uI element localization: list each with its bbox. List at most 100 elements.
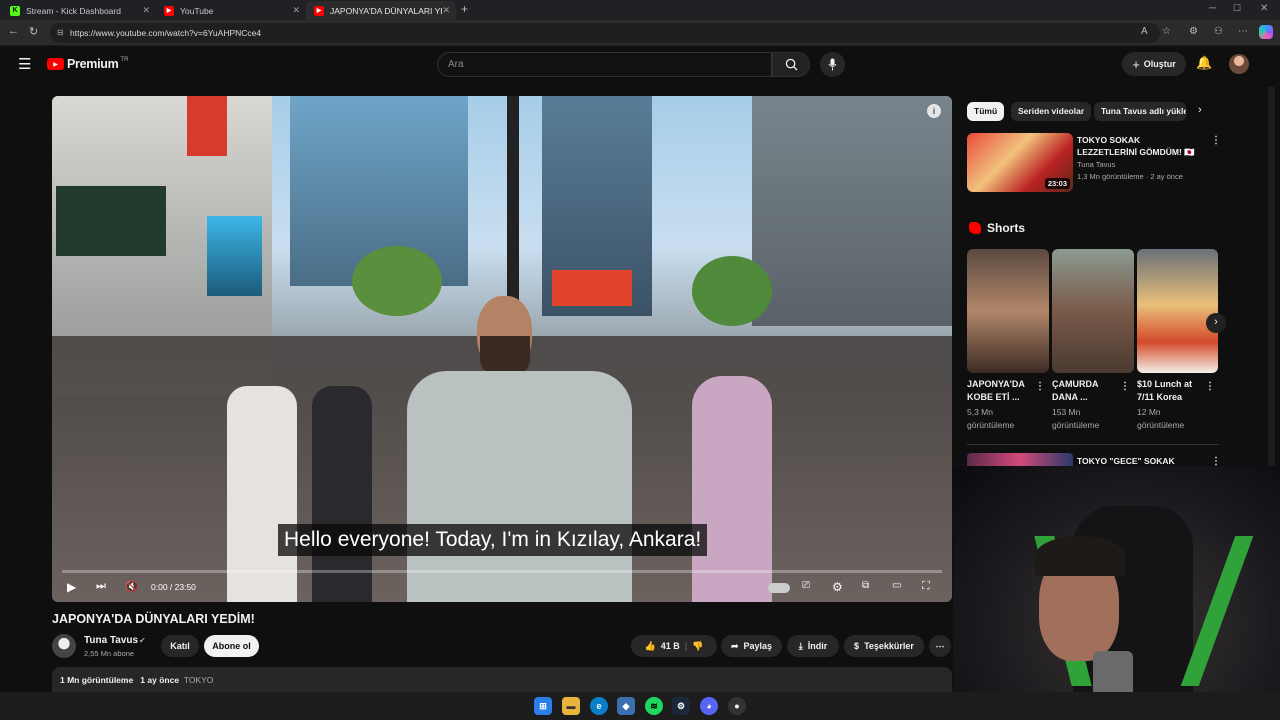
billboard bbox=[207, 216, 262, 296]
chip-series[interactable]: Seriden videolar bbox=[1011, 102, 1092, 121]
info-icon[interactable]: i bbox=[927, 104, 941, 118]
menu-icon[interactable]: ☰ bbox=[18, 55, 31, 73]
new-tab-icon[interactable]: + bbox=[461, 2, 468, 16]
search-button[interactable] bbox=[772, 52, 810, 77]
short-title-1[interactable]: JAPONYA'DA KOBE ETİ ... bbox=[967, 378, 1031, 404]
play-icon[interactable]: ▶ bbox=[67, 580, 76, 594]
reload-icon[interactable]: ↻ bbox=[29, 25, 38, 38]
close-tab-icon[interactable]: ✕ bbox=[442, 5, 450, 16]
file-explorer-icon[interactable]: ▬ bbox=[562, 697, 580, 715]
masthead: ☰ ▶ Premium TR Ara + Oluştur 🔔 bbox=[0, 47, 1280, 83]
tab-kick-dashboard[interactable]: K Stream - Kick Dashboard ✕ bbox=[2, 1, 156, 20]
theater-mode-icon[interactable]: ▭ bbox=[892, 580, 901, 591]
copilot-icon[interactable] bbox=[1259, 25, 1273, 39]
youtube-premium-logo[interactable]: ▶ Premium TR bbox=[47, 57, 128, 71]
settings-gear-icon[interactable]: ⚙ bbox=[832, 580, 843, 594]
share-icon: ➦ bbox=[730, 640, 739, 651]
video-player[interactable]: i Hello everyone! Today, I'm in Kızılay,… bbox=[52, 96, 952, 602]
region-code: TR bbox=[120, 56, 129, 63]
more-options-icon[interactable]: ⋮ bbox=[1205, 381, 1215, 392]
short-title-3[interactable]: $10 Lunch at 7/11 Korea bbox=[1137, 378, 1201, 404]
next-video-thumbnail[interactable] bbox=[967, 453, 1073, 467]
more-options-icon[interactable]: ⋮ bbox=[1120, 381, 1130, 392]
steam-icon[interactable]: ⚙ bbox=[672, 697, 690, 715]
minimize-icon[interactable]: ─ bbox=[1209, 3, 1216, 14]
fullscreen-icon[interactable]: ⛶ bbox=[922, 580, 930, 593]
recommended-channel[interactable]: Tuna Tavus bbox=[1077, 160, 1115, 169]
more-actions-button[interactable]: ⋯ bbox=[929, 635, 951, 657]
description-box[interactable]: 1 Mn görüntüleme 1 ay önce TOKYO bbox=[52, 667, 952, 692]
join-button[interactable]: Katıl bbox=[161, 635, 199, 657]
thumbs-down-icon[interactable]: 👎 bbox=[692, 641, 703, 652]
search-input[interactable]: Ara bbox=[437, 52, 772, 77]
autoplay-toggle[interactable] bbox=[768, 583, 790, 593]
close-tab-icon[interactable]: ✕ bbox=[292, 5, 300, 16]
shorts-icon bbox=[969, 222, 981, 234]
back-icon[interactable]: ← bbox=[8, 25, 19, 37]
favorite-star-icon[interactable]: ☆ bbox=[1162, 26, 1171, 37]
spotify-icon[interactable]: ≋ bbox=[645, 697, 663, 715]
chip-uploader[interactable]: Tuna Tavus adlı yükleyiciden bbox=[1094, 102, 1186, 121]
close-window-icon[interactable]: ✕ bbox=[1260, 3, 1268, 14]
close-tab-icon[interactable]: ✕ bbox=[142, 5, 150, 16]
create-button[interactable]: + Oluştur bbox=[1122, 52, 1186, 76]
download-button[interactable]: ⤓ İndir bbox=[787, 635, 839, 657]
subscribe-button[interactable]: Abone ol bbox=[204, 635, 259, 657]
voice-search-button[interactable] bbox=[820, 52, 845, 77]
site-info-icon[interactable]: ⊟ bbox=[57, 23, 64, 43]
address-bar[interactable]: ⊟ https://www.youtube.com/watch?v=6YuAHP… bbox=[50, 23, 1160, 43]
tab-youtube[interactable]: ▶ YouTube ✕ bbox=[156, 1, 306, 20]
next-icon[interactable]: ⏭ bbox=[96, 580, 106, 593]
youtube-icon: ▶ bbox=[47, 58, 64, 70]
channel-name[interactable]: Tuna Tavus bbox=[84, 635, 138, 646]
next-video-title[interactable]: TOKYO "GECE" SOKAK bbox=[1077, 456, 1175, 466]
youtube-icon: ▶ bbox=[314, 5, 324, 16]
subscribe-label: Abone ol bbox=[212, 641, 251, 651]
collections-icon[interactable]: ⚇ bbox=[1214, 26, 1223, 37]
mute-icon[interactable]: 🔇 bbox=[125, 580, 139, 593]
hashtag[interactable]: TOKYO bbox=[184, 675, 214, 685]
divider: | bbox=[684, 641, 688, 651]
verified-icon: ✔ bbox=[139, 636, 146, 645]
like-button[interactable]: 👍 41 B bbox=[645, 641, 680, 652]
more-options-icon[interactable]: ⋮ bbox=[1035, 381, 1045, 392]
tab-current-video[interactable]: ▶ JAPONYA'DA DÜNYALARI YEDİM! ✕ bbox=[306, 1, 456, 20]
tree bbox=[692, 256, 772, 326]
account-avatar[interactable] bbox=[1229, 54, 1249, 74]
shorts-next-icon[interactable]: › bbox=[1206, 313, 1226, 333]
short-thumbnail-2[interactable] bbox=[1052, 249, 1134, 373]
tab-label: JAPONYA'DA DÜNYALARI YEDİM! bbox=[330, 5, 442, 16]
recommended-title[interactable]: TOKYO SOKAK LEZZETLERİNİ GÖMDÜM! 🇯🇵 bbox=[1077, 134, 1202, 158]
short-thumbnail-3[interactable] bbox=[1137, 249, 1218, 373]
read-aloud-icon[interactable]: A bbox=[1141, 26, 1148, 37]
thumbs-up-icon: 👍 bbox=[644, 640, 656, 651]
obs-icon[interactable]: ● bbox=[728, 697, 746, 715]
browser-tab-bar: K Stream - Kick Dashboard ✕ ▶ YouTube ✕ … bbox=[0, 0, 1280, 20]
notifications-bell-icon[interactable]: 🔔 bbox=[1196, 55, 1212, 71]
section-divider bbox=[967, 444, 1219, 445]
upload-date: 1 ay önce bbox=[140, 675, 180, 685]
short-thumbnail-1[interactable] bbox=[967, 249, 1049, 373]
maximize-icon[interactable]: ☐ bbox=[1233, 3, 1241, 14]
windows-start-icon[interactable]: ⊞ bbox=[534, 697, 552, 715]
extensions-icon[interactable]: ⚙ bbox=[1189, 26, 1198, 37]
share-button[interactable]: ➦ Paylaş bbox=[721, 635, 782, 657]
discord-icon[interactable]: ◕ bbox=[700, 697, 718, 715]
miniplayer-icon[interactable]: ⧉ bbox=[862, 580, 869, 591]
channel-avatar[interactable] bbox=[52, 634, 76, 658]
chevron-right-icon[interactable]: › bbox=[1198, 104, 1202, 116]
edge-browser-icon[interactable]: e bbox=[590, 697, 608, 715]
short-title-2[interactable]: ÇAMURDA DANA ... bbox=[1052, 378, 1116, 404]
scrollbar[interactable] bbox=[1268, 87, 1275, 507]
progress-bar[interactable] bbox=[62, 570, 942, 573]
thanks-button[interactable]: $ Teşekkürler bbox=[844, 635, 924, 657]
subtitles-icon[interactable]: ⎚ bbox=[802, 580, 810, 591]
join-label: Katıl bbox=[170, 641, 190, 651]
direction-sign bbox=[56, 186, 166, 256]
more-options-icon[interactable]: ⋮ bbox=[1211, 135, 1221, 146]
tree bbox=[352, 246, 442, 316]
recommended-thumbnail[interactable]: 23:03 bbox=[967, 133, 1073, 192]
more-menu-icon[interactable]: ⋯ bbox=[1238, 26, 1248, 37]
chip-all[interactable]: Tümü bbox=[967, 102, 1005, 121]
app-icon[interactable]: ◆ bbox=[617, 697, 635, 715]
